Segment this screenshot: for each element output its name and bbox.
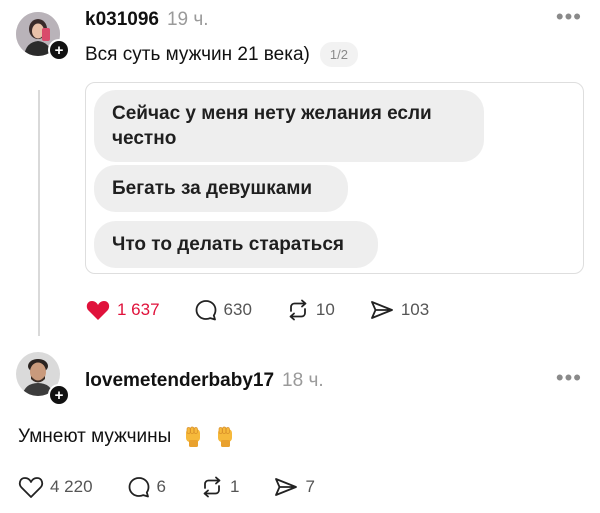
follow-plus-icon[interactable]: +	[48, 39, 70, 61]
page-indicator: 1/2	[319, 42, 358, 67]
repost-count: 10	[315, 300, 335, 319]
like-count: 4 220	[50, 477, 93, 496]
post-header: k031096 19 ч.	[85, 9, 209, 31]
share-count: 103	[400, 300, 430, 319]
action-bar: 4 220 6 1 7	[18, 475, 349, 499]
comment-icon	[128, 477, 149, 498]
like-button[interactable]: 4 220	[18, 475, 93, 499]
more-icon[interactable]: •••	[556, 6, 582, 28]
repost-count: 1	[230, 477, 240, 496]
repost-button[interactable]: 10	[286, 298, 335, 322]
comment-button[interactable]: 6	[127, 475, 166, 499]
repost-button[interactable]: 1	[200, 475, 239, 499]
reply-text: Умнеют мужчины	[18, 426, 172, 447]
username[interactable]: k031096	[85, 9, 159, 31]
chat-screenshot[interactable]: Сейчас у меня нету желания если честно Б…	[85, 82, 584, 274]
comment-button[interactable]: 630	[194, 298, 252, 322]
timestamp: 19 ч.	[166, 9, 209, 30]
thread-line	[38, 90, 40, 336]
more-icon[interactable]: •••	[556, 367, 582, 389]
heart-icon	[18, 477, 44, 498]
raised-fist-emoji	[186, 426, 201, 447]
reply-post: + lovemetenderbaby17 18 ч. ••• Умнеют му…	[0, 340, 600, 513]
message-bubble: Бегать за девушками	[94, 165, 348, 212]
share-button[interactable]: 7	[273, 475, 315, 499]
comment-count: 630	[223, 300, 252, 319]
action-bar: 1 637 630 10 103	[85, 298, 463, 322]
post-header: lovemetenderbaby17 18 ч.	[85, 370, 324, 392]
follow-plus-icon[interactable]: +	[48, 384, 70, 406]
timestamp: 18 ч.	[282, 370, 324, 391]
raised-fist-emoji	[218, 426, 233, 447]
repost-icon	[203, 476, 221, 498]
message-bubble: Сейчас у меня нету желания если честно	[94, 90, 484, 162]
share-icon	[275, 478, 298, 496]
repost-icon	[289, 299, 307, 321]
reply-body: Умнеют мужчины	[18, 426, 235, 448]
username[interactable]: lovemetenderbaby17	[85, 370, 274, 392]
post-caption: Вся суть мужчин 21 века) 1/2	[85, 42, 358, 67]
comment-icon	[195, 300, 216, 321]
caption-text: Вся суть мужчин 21 века)	[85, 43, 310, 65]
share-button[interactable]: 103	[369, 298, 429, 322]
heart-icon	[86, 301, 110, 320]
thread-post: + k031096 19 ч. ••• Вся суть мужчин 21 в…	[0, 0, 600, 340]
like-button[interactable]: 1 637	[85, 298, 160, 322]
comment-count: 6	[156, 477, 167, 496]
message-bubble: Что то делать стараться	[94, 221, 378, 268]
share-count: 7	[305, 477, 315, 496]
share-icon	[370, 301, 393, 319]
like-count: 1 637	[117, 300, 160, 319]
